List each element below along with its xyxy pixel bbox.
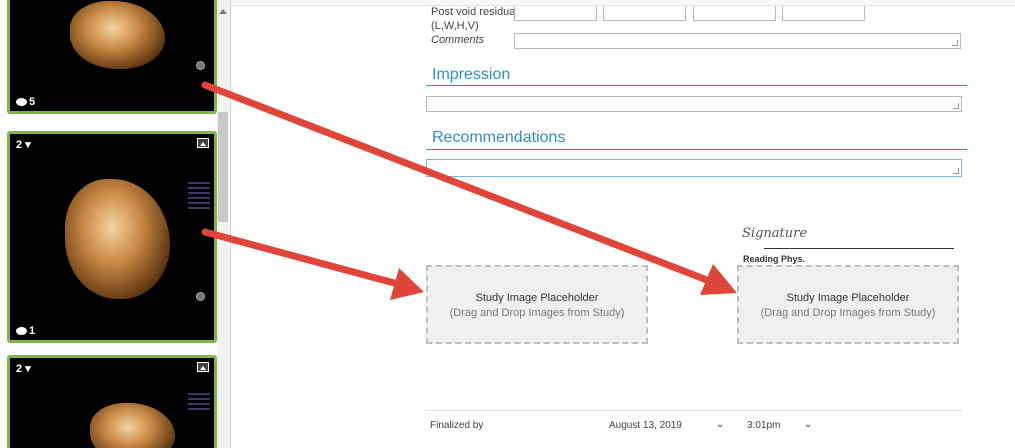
ultrasound-image [90,403,175,448]
thumbnail-1[interactable]: 5 [7,0,217,114]
scroll-up-arrow-icon[interactable] [219,9,227,14]
reading-phys-label: Reading Phys. [743,254,806,264]
comment-count[interactable]: 5 [16,96,35,108]
ultrasound-image [70,1,165,69]
arrow-to-left-placeholder [201,228,424,300]
signature-image: Signature [742,226,808,241]
finalized-by-label: Finalized by [430,420,484,431]
report-editor: 5 2 ▾ 1 2 ▾ Post void residual (L,W,H,V) [0,0,1015,448]
finalized-date[interactable]: August 13, 2019 [609,420,682,431]
finalized-time[interactable]: 3:01pm [747,420,780,431]
impression-textarea[interactable] [426,96,962,112]
date-chevron-down-icon[interactable]: ⌄ [716,419,724,430]
thumbnail-2[interactable]: 2 ▾ 1 [7,131,217,343]
ultrasound-image [65,179,170,299]
post-void-v-input[interactable] [782,6,865,21]
comments-textarea[interactable] [514,33,961,49]
comment-icon [16,327,27,335]
signature-line [764,248,954,249]
footer-divider [425,410,962,411]
post-void-h-input[interactable] [693,6,776,21]
impression-heading: Impression [432,66,511,83]
study-image-placeholder-left[interactable]: Study Image Placeholder (Drag and Drop I… [426,265,648,344]
scroll-thumb[interactable] [218,112,228,222]
resize-grip-icon[interactable] [953,103,959,109]
post-void-sublabel: (L,W,H,V) [431,20,479,32]
image-icon[interactable] [197,362,209,372]
arrow-to-right-placeholder [201,81,737,295]
resize-grip-icon[interactable] [952,40,958,46]
series-number-dropdown[interactable]: 2 ▾ [16,138,31,151]
post-void-w-input[interactable] [603,6,686,21]
impression-rule [426,85,967,86]
overlay-text [188,393,210,413]
post-void-l-input[interactable] [514,6,597,21]
placeholder-title: Study Image Placeholder [786,292,910,304]
recommendations-heading: Recommendations [432,129,566,146]
placeholder-hint: (Drag and Drop Images from Study) [760,307,936,319]
image-icon[interactable] [197,138,209,148]
options-dot-icon[interactable] [196,292,205,301]
placeholder-title: Study Image Placeholder [475,292,599,304]
comment-count[interactable]: 1 [16,325,35,337]
resize-grip-icon[interactable] [953,168,959,174]
comments-label: Comments [431,34,485,46]
study-image-placeholder-right[interactable]: Study Image Placeholder (Drag and Drop I… [737,265,959,344]
time-chevron-down-icon[interactable]: ⌄ [804,419,812,430]
options-dot-icon[interactable] [196,61,205,70]
thumbnail-3[interactable]: 2 ▾ [7,355,217,448]
recommendations-textarea[interactable] [426,159,962,177]
study-images-panel: 5 2 ▾ 1 2 ▾ [0,0,231,448]
series-number-dropdown[interactable]: 2 ▾ [16,362,31,375]
comment-icon [16,98,27,106]
placeholder-hint: (Drag and Drop Images from Study) [449,307,625,319]
recommendations-rule [426,149,967,150]
overlay-text [188,182,210,212]
post-void-label: Post void residual [431,6,518,18]
thumbnails-scrollbar[interactable] [217,0,229,448]
